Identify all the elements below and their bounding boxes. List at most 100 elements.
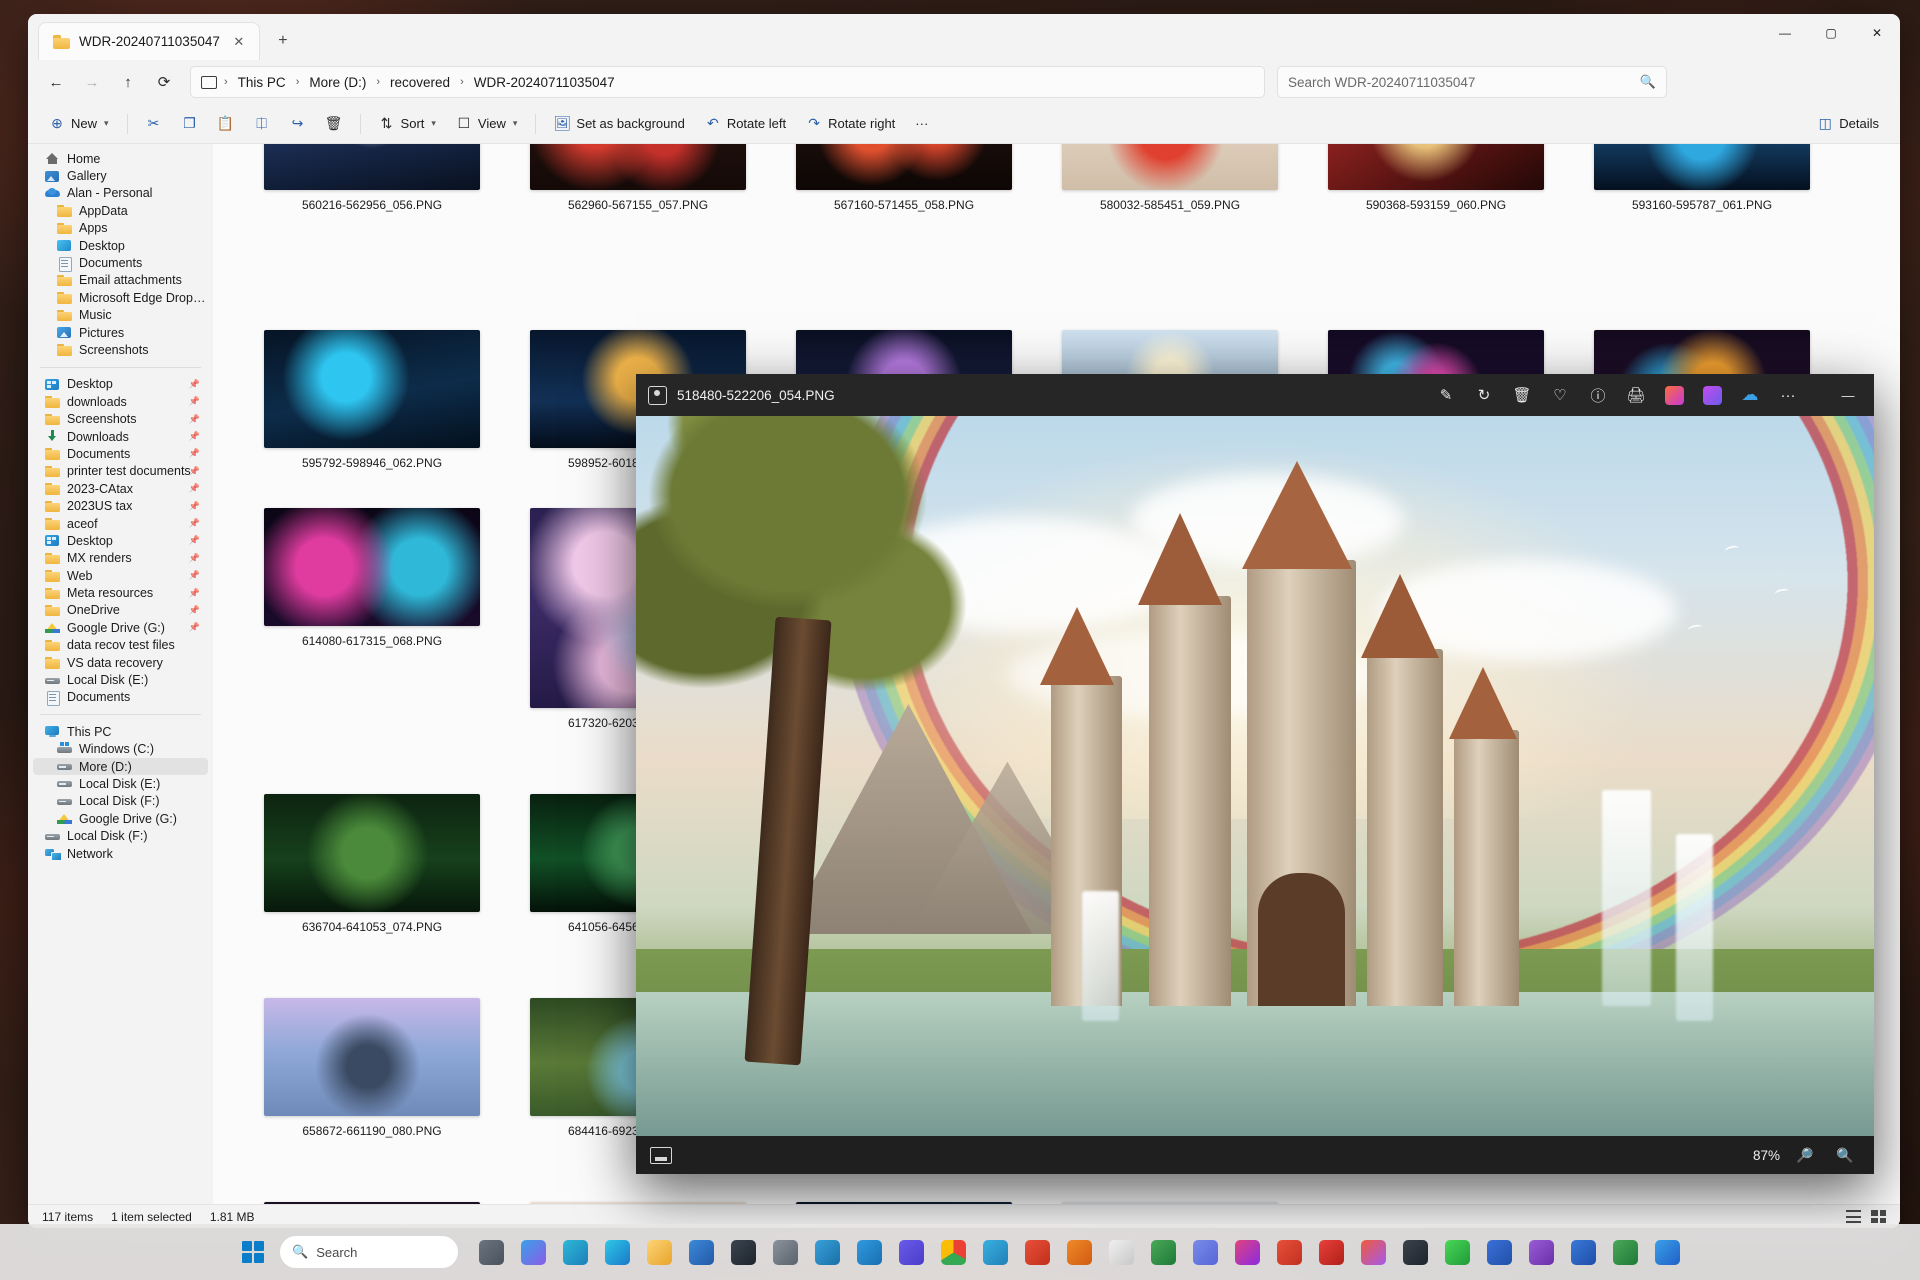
telegram-icon[interactable] [975, 1232, 1015, 1272]
sidebar-item-microsoft-edge-drop-files[interactable]: Microsoft Edge Drop Files [33, 289, 208, 306]
acrobat-icon[interactable] [1311, 1232, 1351, 1272]
sort-button[interactable]: ⇅ Sort ▾ [370, 109, 445, 139]
sidebar-item-onedrive[interactable]: OneDrive 📌 [33, 602, 208, 619]
photo-canvas[interactable] [636, 416, 1874, 1136]
zoom-out-button[interactable]: 🔎 [1790, 1140, 1820, 1170]
file-thumbnail[interactable] [264, 508, 480, 626]
rename-button[interactable]: ⎅ [245, 109, 279, 139]
word-icon[interactable] [1563, 1232, 1603, 1272]
sidebar-item-aceof[interactable]: aceof 📌 [33, 515, 208, 532]
sidebar-item-more-d[interactable]: More (D:) [33, 757, 208, 776]
file-item[interactable]: FILE001.MP3 [1037, 1198, 1303, 1204]
close-window-button[interactable]: ✕ [1854, 14, 1900, 52]
discord-icon[interactable] [1185, 1232, 1225, 1272]
file-item[interactable]: 593160-595787_061.PNG [1569, 144, 1835, 212]
sidebar-item-meta-resources[interactable]: Meta resources 📌 [33, 584, 208, 601]
more-options-icon[interactable]: ··· [1770, 379, 1806, 411]
office-icon[interactable] [1269, 1232, 1309, 1272]
file-item[interactable]: 614080-617315_068.PNG [239, 504, 505, 730]
breadcrumb-item-current[interactable]: WDR-20240711035047 [467, 73, 622, 92]
sidebar-item-local-disk-e[interactable]: Local Disk (E:) [33, 671, 208, 688]
copilot-icon[interactable] [513, 1232, 553, 1272]
start-button[interactable] [233, 1232, 273, 1272]
minimize-button[interactable]: — [1762, 14, 1808, 52]
file-thumbnail[interactable] [1328, 144, 1544, 190]
clipchamp-icon[interactable] [1694, 379, 1730, 411]
teams-icon[interactable] [891, 1232, 931, 1272]
file-thumbnail[interactable] [264, 794, 480, 912]
sidebar-item-network[interactable]: Network [33, 845, 208, 862]
edge-dev-icon[interactable] [555, 1232, 595, 1272]
file-thumbnail[interactable] [264, 1202, 480, 1204]
sidebar-item-google-drive-g[interactable]: Google Drive (G:) [33, 810, 208, 827]
new-button[interactable]: ⊕ New ▾ [40, 109, 118, 139]
file-item[interactable]: 567160-571455_058.PNG [771, 144, 1037, 212]
paste-button[interactable]: 📋 [209, 109, 243, 139]
settings-icon[interactable] [765, 1232, 805, 1272]
file-thumbnail[interactable] [1062, 144, 1278, 190]
sidebar-item-data-recov-test-files[interactable]: data recov test files [33, 637, 208, 654]
notepad-icon[interactable] [1101, 1232, 1141, 1272]
designer-icon[interactable] [1656, 379, 1692, 411]
figma-icon[interactable] [1353, 1232, 1393, 1272]
file-item[interactable]: 636704-641053_074.PNG [239, 790, 505, 934]
vlc-icon[interactable] [1059, 1232, 1099, 1272]
sidebar-item-local-disk-f[interactable]: Local Disk (F:) [33, 827, 208, 844]
breadcrumb-item-more-d[interactable]: More (D:) [302, 73, 373, 92]
sidebar-item-documents[interactable]: Documents 📌 [33, 445, 208, 462]
view-button[interactable]: ☐ View ▾ [447, 109, 526, 139]
photos-icon[interactable] [1647, 1232, 1687, 1272]
whatsapp-icon[interactable] [1437, 1232, 1477, 1272]
store-icon[interactable] [681, 1232, 721, 1272]
sidebar-item-google-drive-g[interactable]: Google Drive (G:) 📌 [33, 619, 208, 636]
sidebar-item-documents[interactable]: Documents [33, 254, 208, 272]
sidebar-item-appdata[interactable]: AppData [33, 202, 208, 219]
back-button[interactable]: ← [40, 66, 72, 98]
photos-minimize-button[interactable]: — [1826, 375, 1870, 415]
delete-icon[interactable]: 🗑 [1504, 379, 1540, 411]
sidebar-item-gallery[interactable]: Gallery [33, 167, 208, 184]
vscode-icon[interactable] [849, 1232, 889, 1272]
onenote-icon[interactable] [1521, 1232, 1561, 1272]
file-item[interactable]: 590368-593159_060.PNG [1303, 144, 1569, 212]
file-thumbnail[interactable] [264, 998, 480, 1116]
delete-button[interactable]: 🗑 [317, 109, 351, 139]
up-button[interactable]: ↑ [112, 66, 144, 98]
more-options-button[interactable]: ··· [906, 109, 937, 139]
print-icon[interactable]: 🖨 [1618, 379, 1654, 411]
breadcrumb-item-recovered[interactable]: recovered [383, 73, 457, 92]
sidebar-item-printer-test-documents[interactable]: printer test documents 📌 [33, 463, 208, 480]
file-item[interactable]: 771512-775238_082.PNG [239, 1198, 505, 1204]
file-thumbnail[interactable] [1594, 144, 1810, 190]
navigation-pane[interactable]: Home Gallery Alan - Personal AppData Apps Des… [28, 144, 213, 1204]
file-item[interactable]: 580032-585451_059.PNG [1037, 144, 1303, 212]
share-button[interactable]: ↪ [281, 109, 315, 139]
taskbar-search[interactable]: 🔍 Search [279, 1235, 459, 1269]
edit-image-icon[interactable]: ✎ [1428, 379, 1464, 411]
sidebar-item-downloads[interactable]: downloads 📌 [33, 393, 208, 410]
file-thumbnail[interactable] [530, 1202, 746, 1204]
sidebar-item-this-pc[interactable]: This PC [33, 723, 208, 740]
keepass-icon[interactable] [1395, 1232, 1435, 1272]
file-item[interactable]: 658672-661190_080.PNG [239, 994, 505, 1138]
copy-button[interactable]: ❐ [173, 109, 207, 139]
file-item[interactable]: 802456-805769_083.PNG [505, 1198, 771, 1204]
favorite-heart-icon[interactable]: ♡ [1542, 379, 1578, 411]
rotate-right-button[interactable]: ↷ Rotate right [797, 109, 904, 139]
opera-icon[interactable] [1017, 1232, 1057, 1272]
file-item[interactable]: 595792-598946_062.PNG [239, 326, 505, 470]
file-item[interactable]: 560216-562956_056.PNG [239, 144, 505, 212]
sidebar-item-2023us-tax[interactable]: 2023US tax 📌 [33, 497, 208, 514]
file-item[interactable]: FILE000.JPG [771, 1198, 1037, 1204]
rotate-icon[interactable]: ↻ [1466, 379, 1502, 411]
sidebar-item-vs-data-recovery[interactable]: VS data recovery [33, 654, 208, 671]
excel2-icon[interactable] [1605, 1232, 1645, 1272]
file-explorer-icon[interactable] [639, 1232, 679, 1272]
sidebar-item-music[interactable]: Music [33, 307, 208, 324]
task-view-icon[interactable] [471, 1232, 511, 1272]
sidebar-item-apps[interactable]: Apps [33, 220, 208, 237]
sidebar-item-desktop[interactable]: Desktop [33, 237, 208, 254]
sidebar-item-downloads[interactable]: Downloads 📌 [33, 428, 208, 445]
onedrive-icon[interactable]: ☁ [1732, 379, 1768, 411]
sidebar-item-screenshots[interactable]: Screenshots 📌 [33, 410, 208, 427]
